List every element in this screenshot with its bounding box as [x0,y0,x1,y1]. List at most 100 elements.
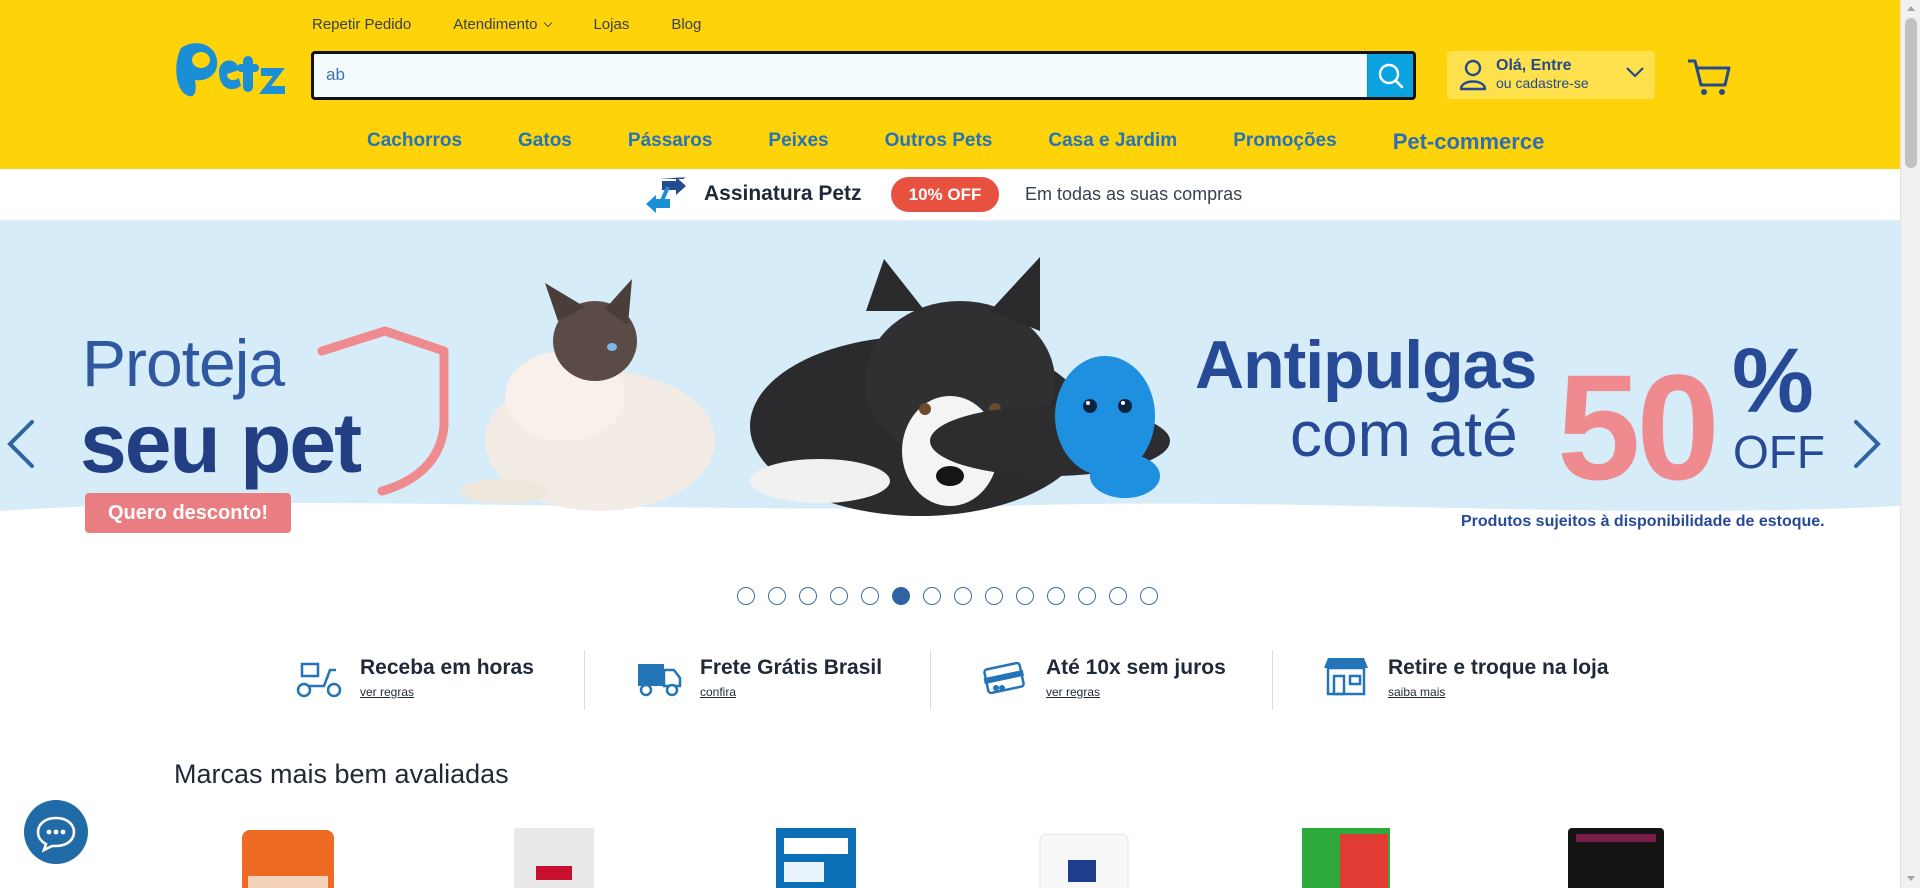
lojas-link[interactable]: Lojas [593,16,629,33]
blog-link[interactable]: Blog [671,16,701,33]
account-title: Olá, Entre [1496,57,1572,74]
cart-icon[interactable] [1687,57,1731,97]
top-links: Repetir Pedido Atendimento Lojas Blog [312,16,701,33]
benefits-bar: Receba em horas ver regras Frete Grátis … [290,646,1610,712]
category-passaros[interactable]: Pássaros [628,130,713,156]
category-pet-commerce[interactable]: Pet-commerce [1393,129,1545,155]
search-icon [1378,63,1404,89]
benefit-title: Retire e troque na loja [1388,656,1609,679]
banner-headline-2: seu pet [80,396,362,490]
hero-banner[interactable]: Proteja seu pet Quero desconto! Antipulg… [0,221,1900,576]
divider [930,650,931,710]
scooter-icon [296,662,342,698]
quero-desconto-button[interactable]: Quero desconto! [85,493,291,533]
category-nav: Cachorros Gatos Pássaros Peixes Outros P… [367,129,1600,156]
carousel-dot[interactable] [954,587,972,605]
benefit-link[interactable]: ver regras [1046,685,1100,699]
banner-percent-value: 50 [1557,343,1720,511]
repetir-pedido-link[interactable]: Repetir Pedido [312,16,411,33]
discount-badge: 10% OFF [891,177,999,212]
category-peixes[interactable]: Peixes [768,130,828,156]
page-scrollbar[interactable] [1900,0,1920,888]
brand-pro-plan[interactable] [1566,826,1676,888]
brand-petz[interactable] [1300,826,1410,888]
brands-section-title: Marcas mais bem avaliadas [174,759,509,789]
scrollbar-thumb[interactable] [1905,18,1917,168]
divider [1272,650,1273,710]
benefit-link[interactable]: confira [700,685,736,699]
banner-headline-1: Proteja [82,326,285,400]
carousel-dot[interactable] [892,587,910,605]
carousel-dot[interactable] [923,587,941,605]
carousel-next-arrow[interactable] [1846,416,1886,472]
site-header: Repetir Pedido Atendimento Lojas Blog Ol… [0,0,1900,169]
category-promocoes[interactable]: Promoções [1233,130,1336,156]
benefit-title: Receba em horas [360,656,534,679]
category-gatos[interactable]: Gatos [518,130,572,156]
carousel-dot[interactable] [1140,587,1158,605]
carousel-dot[interactable] [830,587,848,605]
credit-card-icon [983,661,1025,695]
category-cachorros[interactable]: Cachorros [367,130,462,156]
carousel-dot[interactable] [1078,587,1096,605]
benefit-receba-em-horas[interactable]: Receba em horas ver regras [294,646,564,712]
brand-golden[interactable] [238,826,348,888]
subscription-text: Em todas as suas compras [1025,184,1243,204]
chat-button[interactable] [24,800,88,864]
subscription-title: Assinatura Petz [704,182,862,205]
banner-offer-subtitle: com até [1290,398,1518,470]
carousel-dot[interactable] [768,587,786,605]
subscription-strip[interactable]: Assinatura Petz 10% OFF Em todas as suas… [0,169,1900,221]
brand-petz-product [1302,828,1390,888]
banner-disclaimer: Produtos sujeitos à disponibilidade de e… [1461,513,1825,530]
page: Repetir Pedido Atendimento Lojas Blog Ol… [0,0,1900,888]
category-outros-pets[interactable]: Outros Pets [885,130,993,156]
store-icon [1324,658,1368,696]
account-subtitle: ou cadastre-se [1496,75,1589,91]
category-casa-e-jardim[interactable]: Casa e Jardim [1048,130,1177,156]
carousel-pagination [737,587,1158,605]
carousel-dot[interactable] [985,587,1003,605]
brand-bravecto[interactable] [774,826,884,888]
benefit-retire-na-loja[interactable]: Retire e troque na loja saiba mais [1322,646,1622,712]
banner-percent-sign: % [1732,330,1814,432]
brand-golden-product [242,830,334,888]
chevron-down-icon [1626,67,1644,78]
brand-pro-plan-product [1568,828,1664,888]
carousel-dot[interactable] [1016,587,1034,605]
petz-logo[interactable] [171,34,289,102]
benefit-frete-gratis[interactable]: Frete Grátis Brasil confira [634,646,914,712]
benefit-title: Até 10x sem juros [1046,656,1226,679]
carousel-prev-arrow[interactable] [2,416,42,472]
atendimento-label: Atendimento [453,16,538,33]
search-input[interactable] [326,63,1346,87]
banner-offer-title: Antipulgas [1195,327,1537,403]
divider [584,650,585,710]
chevron-down-icon [544,18,553,28]
banner-off-label: OFF [1733,426,1825,478]
atendimento-link[interactable]: Atendimento [453,16,553,33]
search-bar [311,51,1416,100]
scroll-up-arrow[interactable] [1907,6,1915,11]
swap-arrows-icon [646,177,686,213]
brand-bravecto-product [776,828,856,888]
brand-hills[interactable] [1038,826,1148,888]
carousel-dot[interactable] [737,587,755,605]
account-menu[interactable]: Olá, Entre ou cadastre-se [1447,51,1655,99]
carousel-dot[interactable] [1109,587,1127,605]
user-icon [1459,59,1487,91]
carousel-dot[interactable] [1047,587,1065,605]
benefit-parcelamento[interactable]: Até 10x sem juros ver regras [980,646,1260,712]
benefit-link[interactable]: saiba mais [1388,685,1445,699]
brand-royal-canin[interactable] [512,826,622,888]
scroll-down-arrow[interactable] [1907,876,1915,881]
delivery-truck-icon [638,664,682,697]
search-button[interactable] [1367,54,1413,97]
benefit-link[interactable]: ver regras [360,685,414,699]
brand-hills-product [1039,833,1129,888]
carousel-dot[interactable] [861,587,879,605]
chat-bubble-icon [36,816,76,853]
benefit-title: Frete Grátis Brasil [700,656,883,679]
carousel-dot[interactable] [799,587,817,605]
brand-royal-canin-product [514,828,594,888]
